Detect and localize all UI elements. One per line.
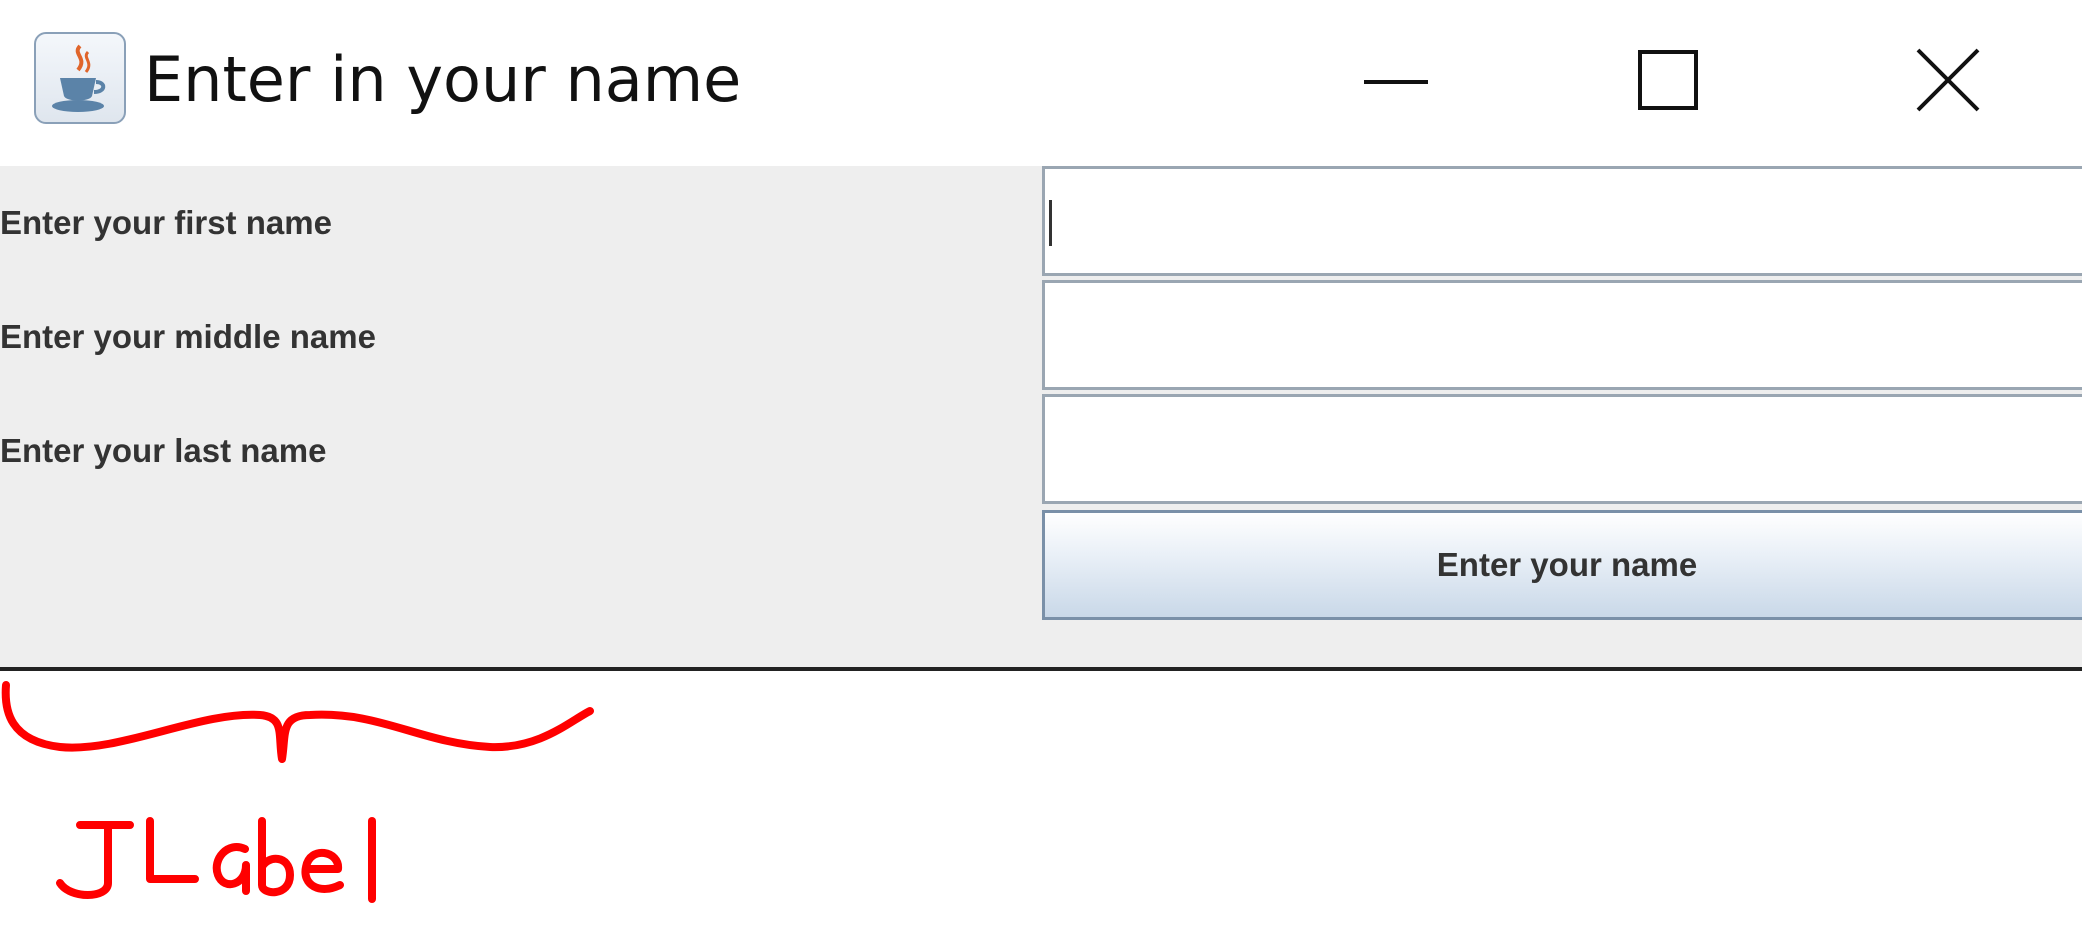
maximize-icon	[1638, 50, 1698, 110]
app-window: Enter in your name Enter your first name…	[0, 0, 2082, 934]
last-name-label: Enter your last name	[0, 432, 327, 469]
text-caret	[1049, 200, 1052, 246]
window-title: Enter in your name	[144, 43, 742, 116]
jlabel-annotation	[1, 681, 594, 903]
first-name-label: Enter your first name	[0, 204, 332, 241]
close-icon	[1916, 48, 1980, 112]
minimize-button[interactable]	[1326, 30, 1466, 130]
enter-name-button[interactable]: Enter your name	[1042, 510, 2082, 620]
title-bar[interactable]: Enter in your name	[0, 0, 2082, 166]
java-coffee-cup-icon	[34, 32, 126, 124]
annotation-handwriting	[56, 817, 376, 903]
first-name-field[interactable]	[1042, 166, 2082, 276]
middle-name-label: Enter your middle name	[0, 318, 376, 355]
maximize-button[interactable]	[1598, 30, 1738, 130]
close-button[interactable]	[1878, 30, 2018, 130]
annotation-brace	[1, 681, 594, 763]
minimize-icon	[1364, 80, 1428, 84]
middle-name-field[interactable]	[1042, 280, 2082, 390]
content-panel: Enter your first name Enter your middle …	[0, 166, 2082, 671]
last-name-field[interactable]	[1042, 394, 2082, 504]
